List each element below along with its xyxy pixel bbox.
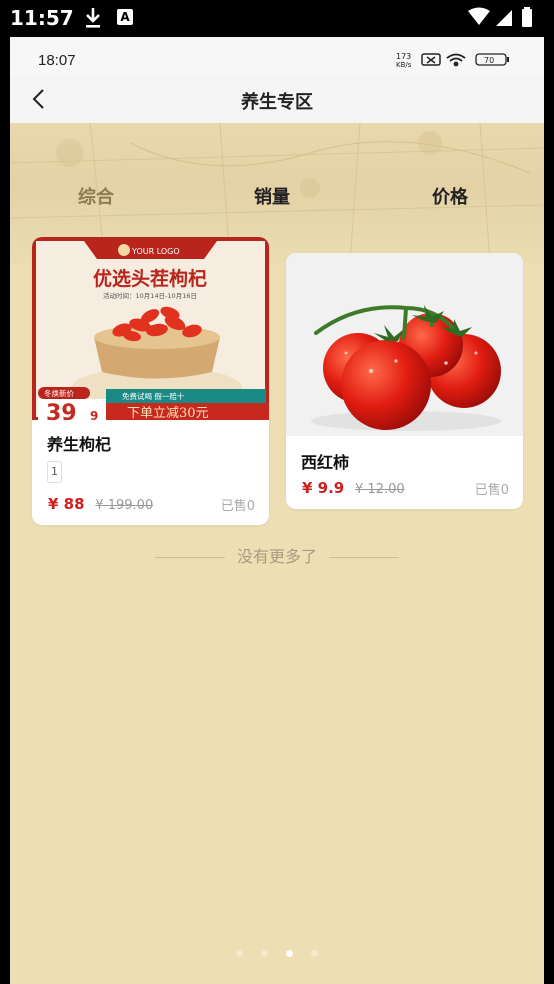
banner-badge-price-tail: 9 (90, 409, 98, 420)
product-sold: 已售0 (474, 483, 509, 498)
net-speed-unit: KB/s (396, 61, 412, 69)
banner-badge: 冬焕新价 (44, 388, 74, 398)
product-price: ¥ 88 (48, 495, 85, 513)
product-card[interactable]: YOUR LOGO 优选头茬枸杞 活动时间：10月14日-10月16日 免费试喝… (32, 237, 269, 525)
banner-headline: 优选头茬枸杞 (93, 267, 207, 290)
page-dot[interactable] (261, 950, 268, 957)
page-dot[interactable] (311, 950, 318, 957)
banner-date: 活动时间：10月14日-10月16日 (103, 291, 197, 300)
banner-badge-price: 39 (46, 401, 77, 420)
system-time: 11:57 (10, 6, 74, 30)
product-original-price: ¥ 199.00 (95, 498, 154, 513)
page-indicator (10, 942, 544, 961)
keyboard-a-icon: A (117, 9, 133, 25)
sort-tabs: 综合 销量 价格 (10, 177, 544, 217)
divider-right (329, 557, 399, 558)
price-row: ¥ 88 ¥ 199.00 (48, 495, 153, 513)
end-of-list: 没有更多了 (10, 543, 544, 567)
price-row: ¥ 9.9 ¥ 12.00 (302, 479, 405, 497)
system-status-bar: 11:57 A (0, 0, 554, 37)
inner-status-icons: 173 KB/s 70 (396, 52, 509, 69)
product-price: ¥ 9.9 (302, 479, 345, 497)
product-card[interactable]: 西红柿 ¥ 9.9 ¥ 12.00 已售0 (286, 253, 523, 509)
product-image (286, 253, 523, 436)
net-speed-value: 173 (396, 52, 411, 61)
goji-banner: YOUR LOGO 优选头茬枸杞 活动时间：10月14日-10月16日 免费试喝… (32, 237, 269, 420)
banner-promo: 下单立减30元 (127, 406, 209, 420)
download-icon (86, 8, 100, 28)
tomato-image (286, 253, 523, 436)
product-image: YOUR LOGO 优选头茬枸杞 活动时间：10月14日-10月16日 免费试喝… (32, 237, 269, 420)
battery-level: 70 (484, 56, 494, 65)
product-name: 西红柿 (301, 453, 350, 472)
battery-icon: 70 (475, 53, 509, 66)
sim-x-icon (421, 53, 441, 66)
navigation-bar: 养生专区 (10, 75, 544, 123)
banner-ribbon: 免费试喝 假一赔十 (122, 391, 185, 401)
page-dot-active[interactable] (286, 950, 293, 957)
product-original-price: ¥ 12.00 (355, 482, 405, 497)
tab-comprehensive[interactable]: 综合 (78, 183, 114, 209)
page-title: 养生专区 (241, 92, 313, 113)
product-sold: 已售0 (220, 499, 255, 514)
battery-icon (522, 9, 532, 27)
page-dot[interactable] (236, 950, 243, 957)
app-screen: 18:07 173 KB/s 70 养生专区 综合 销量 价格 YOUR LOG… (10, 37, 544, 984)
end-of-list-text: 没有更多了 (236, 547, 317, 566)
inner-status-bar: 18:07 173 KB/s 70 (10, 37, 544, 75)
tab-sales[interactable]: 销量 (254, 183, 290, 209)
product-tag: 1 (47, 461, 62, 483)
product-name: 养生枸杞 (47, 435, 112, 454)
signal-icon (496, 10, 512, 26)
tab-price[interactable]: 价格 (432, 183, 468, 209)
system-indicators (468, 7, 532, 27)
banner-logo: YOUR LOGO (131, 247, 180, 256)
wifi-icon (468, 7, 490, 25)
wifi-icon (446, 53, 466, 67)
inner-time: 18:07 (38, 52, 76, 69)
divider-left (154, 557, 225, 558)
